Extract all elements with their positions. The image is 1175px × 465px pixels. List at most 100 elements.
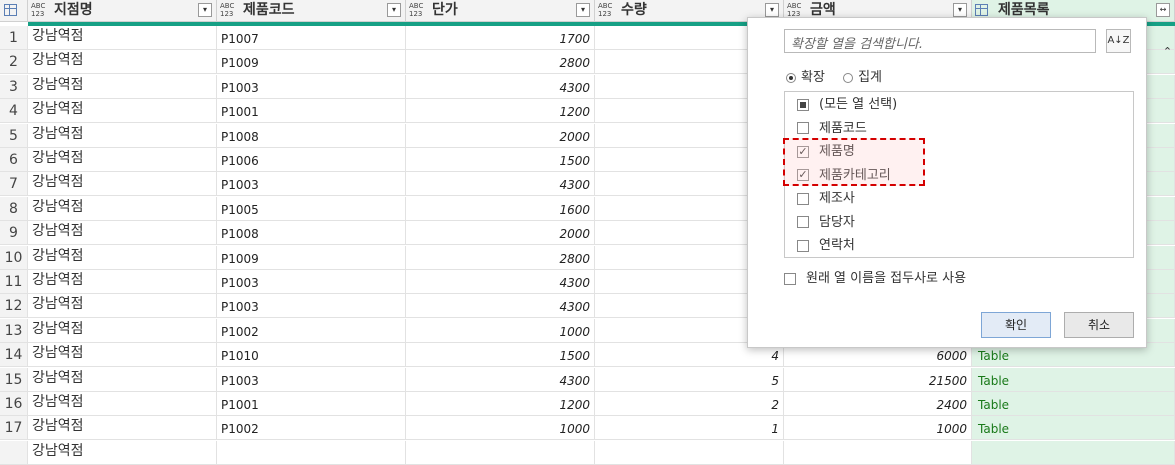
filter-dropdown-icon[interactable]: ▾ — [387, 3, 401, 17]
cancel-button[interactable]: 취소 — [1064, 312, 1134, 338]
cell-code: P1003 — [217, 74, 406, 99]
cell-branch: 강남역점 — [28, 367, 217, 392]
column-header-label: 지점명 — [54, 2, 93, 18]
column-option[interactable]: 제조사 — [797, 189, 855, 209]
row-number: 9 — [0, 221, 28, 246]
row-number: 17 — [0, 416, 28, 441]
cell-product-list[interactable]: Table — [972, 416, 1175, 441]
cell-code: P1002 — [217, 318, 406, 343]
type-icon: ABC 123 — [31, 2, 46, 18]
cell-price: 2000 — [406, 221, 595, 246]
prefix-option[interactable]: 원래 열 이름을 접두사로 사용 — [784, 267, 966, 286]
cell-code: P1005 — [217, 196, 406, 221]
row-number: 6 — [0, 148, 28, 172]
row-number — [0, 440, 28, 465]
column-header[interactable]: ABC 123 지점명 ▾ — [28, 0, 217, 22]
cell-code: P1003 — [217, 172, 406, 197]
cell-code: P1008 — [217, 123, 406, 148]
radio-expand-label: 확장 — [801, 70, 825, 85]
radio-aggregate-label: 집계 — [858, 70, 882, 85]
row-number: 3 — [0, 74, 28, 99]
cell-code: P1008 — [217, 221, 406, 246]
prefix-label: 원래 열 이름을 접두사로 사용 — [806, 271, 967, 286]
cell-qty: 5 — [595, 367, 784, 392]
checkbox[interactable] — [797, 122, 809, 134]
row-number: 7 — [0, 172, 28, 197]
radio-aggregate[interactable] — [843, 72, 854, 83]
type-icon: ABC 123 — [787, 2, 802, 18]
cell-product-list[interactable]: Table — [972, 392, 1175, 416]
checkbox[interactable] — [797, 98, 809, 111]
cell-product-list[interactable] — [972, 440, 1175, 465]
type-icon: ABC 123 — [409, 2, 424, 18]
cell-branch: 강남역점 — [28, 294, 217, 319]
column-option[interactable]: 제품코드 — [797, 119, 867, 139]
column-option-label: (모든 열 선택) — [819, 97, 898, 112]
cell-price: 2800 — [406, 50, 595, 75]
cell-code: P1006 — [217, 148, 406, 172]
cell-amount: 1000 — [784, 416, 972, 441]
cell-code — [217, 440, 406, 465]
cell-branch: 강남역점 — [28, 270, 217, 294]
radio-expand[interactable] — [786, 72, 796, 83]
cell-price: 2000 — [406, 123, 595, 148]
column-header-label: 제품코드 — [243, 2, 295, 18]
mode-radio-group: 확장 집계 — [786, 66, 882, 85]
cell-branch: 강남역점 — [28, 172, 217, 197]
type-icon: ABC 123 — [220, 2, 235, 18]
column-header[interactable]: ABC 123 제품코드 ▾ — [217, 0, 406, 22]
column-header[interactable]: ABC 123 단가 ▾ — [406, 0, 595, 22]
cell-code: P1010 — [217, 343, 406, 368]
filter-dropdown-icon[interactable]: ▾ — [953, 3, 967, 17]
cell-price: 4300 — [406, 367, 595, 392]
cell-amount — [784, 440, 972, 465]
cell-branch: 강남역점 — [28, 392, 217, 416]
column-option[interactable]: (모든 열 선택) — [797, 95, 897, 115]
cell-code: P1001 — [217, 99, 406, 124]
column-option-label: 연락처 — [819, 238, 855, 253]
table-menu-icon[interactable] — [0, 0, 28, 22]
cell-branch: 강남역점 — [28, 416, 217, 441]
row-number: 16 — [0, 392, 28, 416]
prefix-checkbox[interactable] — [784, 272, 796, 285]
search-input[interactable]: 확장할 열을 검색합니다. — [784, 29, 1096, 53]
filter-dropdown-icon[interactable]: ▾ — [198, 3, 212, 17]
expand-icon[interactable]: ↔ — [1156, 3, 1170, 17]
checkbox[interactable] — [797, 216, 809, 228]
ok-button[interactable]: 확인 — [981, 312, 1051, 338]
column-option[interactable]: 연락처 — [797, 236, 855, 256]
cell-amount: 21500 — [784, 367, 972, 392]
filter-dropdown-icon[interactable]: ▾ — [765, 3, 779, 17]
table-row: 16 강남역점 P1001 1200 2 2400 Table — [0, 392, 1175, 416]
row-number: 15 — [0, 367, 28, 392]
cell-qty: 2 — [595, 392, 784, 416]
column-option-label: 제조사 — [819, 191, 855, 206]
row-number: 14 — [0, 343, 28, 368]
cell-branch: 강남역점 — [28, 123, 217, 148]
row-number: 2 — [0, 50, 28, 75]
cell-price: 4300 — [406, 172, 595, 197]
cell-price — [406, 440, 595, 465]
row-number: 10 — [0, 245, 28, 270]
filter-dropdown-icon[interactable]: ▾ — [576, 3, 590, 17]
checkbox[interactable] — [797, 192, 809, 205]
column-option[interactable]: 담당자 — [797, 213, 855, 233]
cell-branch: 강남역점 — [28, 26, 217, 50]
cell-code: P1007 — [217, 26, 406, 50]
scroll-up-icon[interactable]: ⌃ — [1160, 45, 1175, 65]
sort-button[interactable]: A↓Z — [1106, 29, 1131, 53]
cell-branch: 강남역점 — [28, 221, 217, 246]
row-number: 1 — [0, 26, 28, 50]
cell-branch: 강남역점 — [28, 148, 217, 172]
column-header-label: 수량 — [621, 2, 647, 18]
row-number: 12 — [0, 294, 28, 319]
cell-qty — [595, 440, 784, 465]
row-number: 13 — [0, 318, 28, 343]
cell-amount: 2400 — [784, 392, 972, 416]
cell-product-list[interactable]: Table — [972, 367, 1175, 392]
cell-price: 1600 — [406, 196, 595, 221]
cell-price: 1200 — [406, 99, 595, 124]
checkbox[interactable] — [797, 239, 809, 252]
cell-code: P1009 — [217, 245, 406, 270]
cell-price: 1500 — [406, 148, 595, 172]
